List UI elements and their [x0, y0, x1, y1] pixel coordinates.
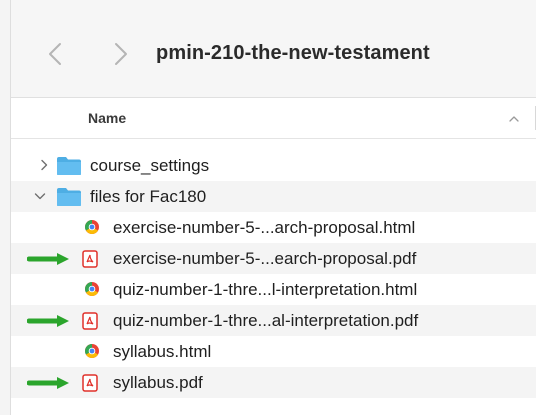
folder-row-course-settings[interactable]: course_settings — [11, 150, 536, 181]
pdf-icon — [82, 312, 98, 330]
chevron-right-icon[interactable] — [38, 159, 50, 171]
folder-label: course_settings — [90, 156, 210, 175]
folder-label: files for Fac180 — [90, 187, 207, 206]
file-label: exercise-number-5-...arch-proposal.html — [113, 218, 416, 237]
finder-window: pmin-210-the-new-testament Name course_s… — [0, 0, 536, 415]
file-label: exercise-number-5-...earch-proposal.pdf — [113, 249, 417, 268]
green-arrow-icon — [27, 315, 69, 327]
folder-icon — [57, 157, 81, 175]
file-row[interactable]: exercise-number-5-...arch-proposal.html — [11, 212, 536, 243]
pdf-icon — [82, 250, 98, 268]
chevron-right-icon — [115, 43, 127, 65]
green-arrow-icon — [27, 253, 69, 265]
file-label: quiz-number-1-thre...l-interpretation.ht… — [113, 280, 418, 299]
forward-button[interactable] — [107, 38, 135, 70]
file-row[interactable]: syllabus.html — [11, 336, 536, 367]
sidebar-edge — [0, 0, 11, 415]
chevron-left-icon — [49, 43, 61, 65]
chrome-html-icon — [85, 344, 99, 358]
window-title: pmin-210-the-new-testament — [156, 42, 430, 64]
file-list: course_settings files for Fac180 exercis… — [11, 150, 536, 398]
file-row[interactable]: quiz-number-1-thre...al-interpretation.p… — [11, 305, 536, 336]
green-arrow-icon — [27, 377, 69, 389]
pdf-icon — [82, 374, 98, 392]
chevron-down-icon[interactable] — [34, 190, 46, 202]
name-column-header[interactable]: Name — [88, 110, 126, 126]
file-label: syllabus.pdf — [113, 373, 203, 392]
folder-row-files-for-fac180[interactable]: files for Fac180 — [11, 181, 536, 212]
file-label: syllabus.html — [113, 342, 212, 361]
chrome-html-icon — [85, 282, 99, 296]
column-header-row: Name — [11, 98, 536, 139]
sort-ascending-icon[interactable] — [509, 115, 519, 122]
folder-icon — [57, 188, 81, 206]
chrome-html-icon — [85, 220, 99, 234]
back-button[interactable] — [41, 38, 69, 70]
file-row[interactable]: quiz-number-1-thre...l-interpretation.ht… — [11, 274, 536, 305]
toolbar: pmin-210-the-new-testament — [11, 0, 536, 98]
file-label: quiz-number-1-thre...al-interpretation.p… — [113, 311, 419, 330]
file-row[interactable]: exercise-number-5-...earch-proposal.pdf — [11, 243, 536, 274]
file-row[interactable]: syllabus.pdf — [11, 367, 536, 398]
